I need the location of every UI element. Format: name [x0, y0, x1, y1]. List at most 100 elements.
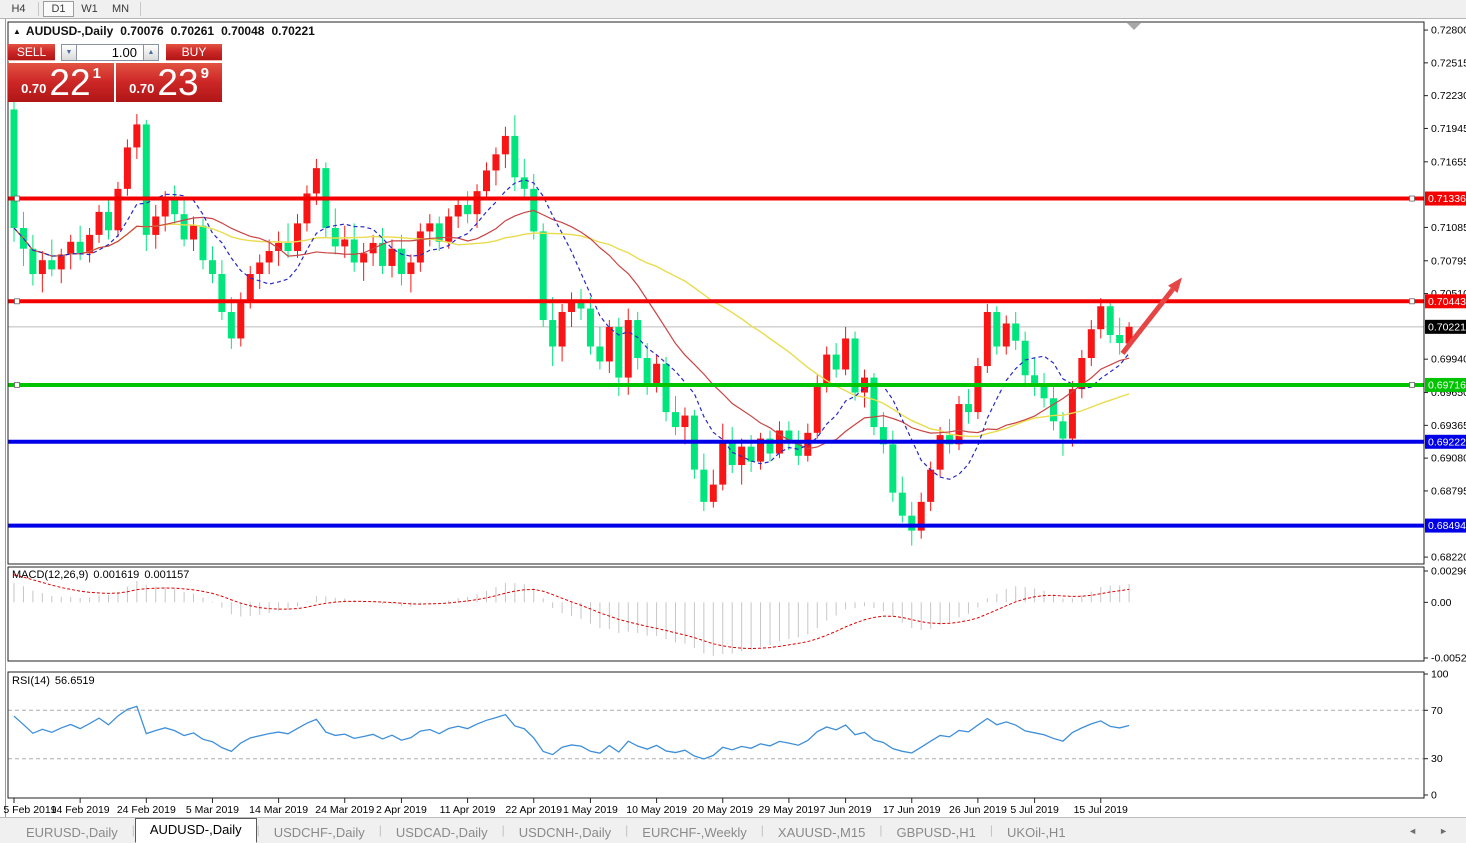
tab-xauusd-m15[interactable]: XAUUSD-,M15: [764, 822, 879, 843]
timeframe-button-d1[interactable]: D1: [43, 1, 74, 17]
tabs-scroll-right-button[interactable]: ►: [1439, 826, 1448, 836]
macd-main-value: 0.001619: [93, 569, 139, 581]
tab-gbpusd-h1[interactable]: GBPUSD-,H1: [882, 822, 989, 843]
sell-button[interactable]: SELL: [8, 44, 55, 61]
price-tick-label: 0.70510: [1431, 288, 1466, 300]
date-tick-label: 24 Feb 2019: [117, 804, 176, 816]
price-tick-label: 0.72230: [1431, 90, 1466, 102]
candle: [738, 447, 745, 465]
candle: [681, 416, 688, 428]
candle: [1022, 341, 1029, 376]
line-handle[interactable]: [1410, 299, 1415, 304]
volume-input[interactable]: [77, 44, 143, 61]
date-tick-label: 5 Mar 2019: [186, 804, 239, 816]
line-handle[interactable]: [1410, 382, 1415, 387]
tab-audusd-daily[interactable]: AUDUSD-,Daily: [135, 818, 257, 843]
candle: [351, 239, 358, 262]
price-tick-label: 0.72800: [1431, 25, 1466, 37]
candle: [823, 355, 830, 385]
date-tick-label: 15 Jul 2019: [1074, 804, 1128, 816]
rsi-layer: [8, 706, 1424, 759]
date-tick-label: 22 Apr 2019: [505, 804, 562, 816]
line-handle[interactable]: [15, 196, 20, 201]
candle: [303, 193, 310, 223]
candle: [322, 168, 329, 228]
candle: [634, 320, 641, 358]
price-tick-label: 0.69080: [1431, 453, 1466, 465]
sell-price-button[interactable]: 0.70 22 1: [8, 63, 114, 102]
candle: [814, 384, 821, 432]
line-handle[interactable]: [15, 382, 20, 387]
buy-price-main: 23: [157, 66, 198, 100]
candle: [181, 214, 188, 239]
tabs-scroll-left-button[interactable]: ◄: [1408, 826, 1417, 836]
candle: [20, 228, 27, 249]
volume-decrease-button[interactable]: ▼: [61, 44, 77, 61]
candle: [861, 378, 868, 393]
hline-price-label: 0.71336: [1425, 192, 1466, 206]
svg-text:0.69222: 0.69222: [1428, 436, 1466, 448]
date-tick-label: 14 Feb 2019: [51, 804, 110, 816]
trend-arrow[interactable]: [1122, 277, 1182, 353]
tab-ukoil-h1[interactable]: UKOil-,H1: [993, 822, 1080, 843]
candle: [190, 226, 197, 240]
timeframe-button-w1[interactable]: W1: [74, 1, 105, 17]
candle: [341, 239, 348, 246]
candle: [379, 243, 386, 266]
symbol-marker-icon: ▲: [13, 27, 21, 36]
tab-eurchf-weekly[interactable]: EURCHF-,Weekly: [628, 822, 761, 843]
chart-title: ▲AUDUSD-,Daily0.700760.702610.700480.702…: [13, 24, 315, 38]
price-tick-label: 0.72515: [1431, 57, 1466, 69]
chart-shift-marker[interactable]: [1127, 23, 1141, 30]
buy-button[interactable]: BUY: [166, 44, 222, 61]
hline-price-label: 0.69716: [1425, 378, 1466, 392]
tab-usdchf-daily[interactable]: USDCHF-,Daily: [260, 822, 379, 843]
date-tick-label: 7 Jun 2019: [820, 804, 872, 816]
candle: [1088, 329, 1095, 358]
candle: [285, 243, 292, 251]
price-tick-label: 0.69365: [1431, 420, 1466, 432]
symbol-tabs-bar: EURUSD-,Daily|AUDUSD-,Daily|USDCHF-,Dail…: [0, 817, 1466, 843]
candle: [171, 200, 178, 214]
candle: [152, 216, 159, 234]
rsi-axis-label: 30: [1431, 753, 1443, 765]
line-handle[interactable]: [1410, 196, 1415, 201]
candle: [984, 312, 991, 366]
candle: [426, 223, 433, 231]
candle: [729, 442, 736, 465]
candle: [483, 170, 490, 191]
candle: [927, 470, 934, 502]
candle: [946, 435, 953, 444]
buy-price-prefix: 0.70: [129, 81, 154, 96]
candle: [86, 235, 93, 253]
ma-slow-line: [14, 224, 1129, 436]
buy-price-button[interactable]: 0.70 23 9: [116, 63, 222, 102]
candle: [256, 263, 263, 275]
moving-averages-layer: [14, 180, 1129, 480]
candle: [370, 243, 377, 253]
timeframe-button-h4[interactable]: H4: [3, 1, 34, 17]
rsi-axis-label: 100: [1431, 669, 1449, 681]
date-tick-label: 1 May 2019: [563, 804, 618, 816]
timeframe-button-mn[interactable]: MN: [105, 1, 136, 17]
candle: [918, 502, 925, 531]
candle: [313, 168, 320, 193]
candle: [511, 136, 518, 177]
volume-increase-button[interactable]: ▲: [143, 44, 159, 61]
candle: [1116, 335, 1123, 343]
date-tick-label: 14 Mar 2019: [249, 804, 308, 816]
line-handle[interactable]: [15, 299, 20, 304]
candle: [39, 260, 46, 274]
candle: [417, 231, 424, 262]
hline-price-label: 0.70443: [1425, 294, 1466, 308]
macd-axis-label: 0.002962: [1431, 566, 1466, 578]
candle: [1003, 323, 1010, 346]
one-click-trade-panel: SELL ▼ ▲ BUY 0.70 22 1 0.70 23 9: [8, 44, 222, 102]
tab-eurusd-daily[interactable]: EURUSD-,Daily: [12, 822, 132, 843]
candle: [748, 447, 755, 462]
candle: [445, 216, 452, 241]
date-tick-label: 11 Apr 2019: [440, 804, 496, 816]
tab-usdcnh-daily[interactable]: USDCNH-,Daily: [505, 822, 625, 843]
tab-usdcad-daily[interactable]: USDCAD-,Daily: [382, 822, 502, 843]
chart-canvas[interactable]: 0.728000.725150.722300.719450.716550.710…: [0, 0, 1466, 843]
